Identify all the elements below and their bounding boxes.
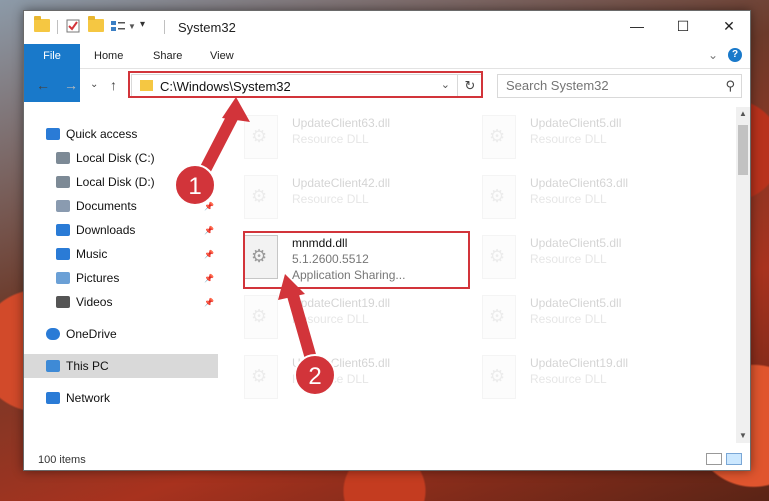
- callout-badge-2: 2: [294, 354, 336, 396]
- arrow-1: [199, 106, 241, 176]
- callout-badge-1: 1: [174, 164, 216, 206]
- arrow-2: [286, 286, 316, 361]
- arrow-2-head: [278, 274, 305, 300]
- arrow-1-head: [222, 97, 250, 122]
- callout-arrows: [199, 97, 316, 361]
